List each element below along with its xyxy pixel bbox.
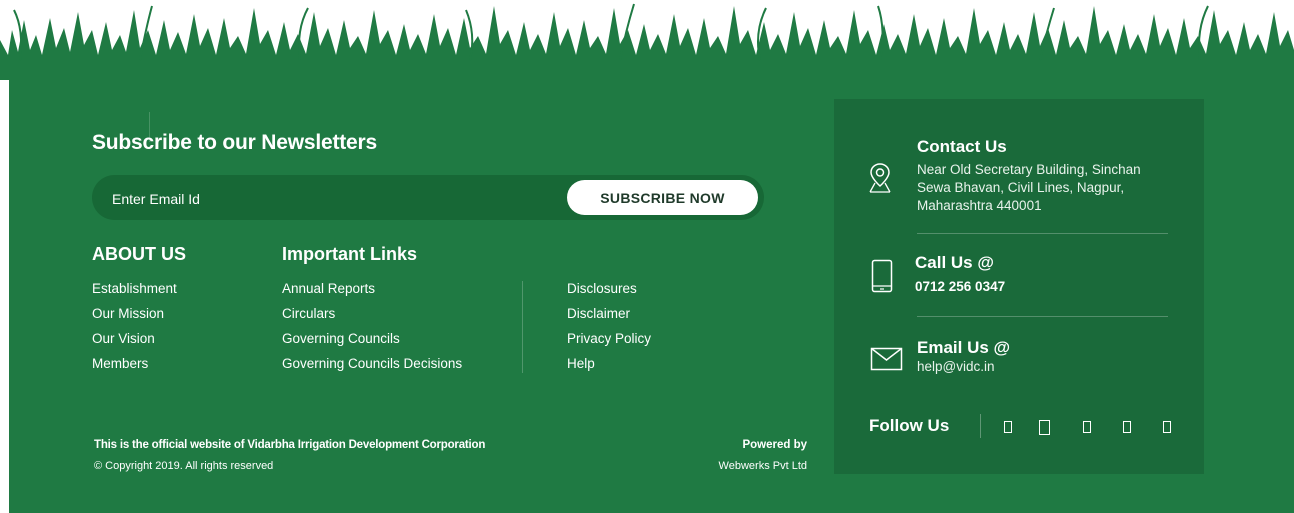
address-line: Near Old Secretary Building, Sinchan	[917, 162, 1141, 177]
link-disclaimer[interactable]: Disclaimer	[567, 305, 651, 330]
email-address[interactable]: help@vidc.in	[917, 358, 995, 376]
column-divider	[522, 281, 523, 373]
link-disclosures[interactable]: Disclosures	[567, 280, 651, 305]
instagram-icon[interactable]	[1083, 421, 1091, 433]
powered-label: Powered by	[742, 439, 807, 451]
link-help[interactable]: Help	[567, 355, 651, 380]
call-us-title: Call Us @	[915, 253, 994, 272]
link-establishment[interactable]: Establishment	[92, 280, 177, 305]
newsletter-title: Subscribe to our Newsletters	[92, 131, 377, 154]
link-our-mission[interactable]: Our Mission	[92, 305, 177, 330]
link-members[interactable]: Members	[92, 355, 177, 380]
important-links-col2: Disclosures Disclaimer Privacy Policy He…	[567, 280, 651, 380]
phone-icon	[871, 259, 893, 293]
address-line: Maharashtra 440001	[917, 198, 1042, 213]
email-us-title: Email Us @	[917, 338, 1011, 357]
copyright: © Copyright 2019. All rights reserved	[94, 460, 274, 472]
email-input[interactable]	[110, 175, 554, 222]
follow-us-label: Follow Us	[869, 416, 950, 435]
contact-address: Near Old Secretary Building, Sinchan Sew…	[917, 161, 1141, 215]
link-annual-reports[interactable]: Annual Reports	[282, 280, 462, 305]
facebook-icon[interactable]	[1004, 421, 1012, 433]
link-circulars[interactable]: Circulars	[282, 305, 462, 330]
contact-us-title: Contact Us	[917, 137, 1007, 156]
link-governing-councils[interactable]: Governing Councils	[282, 330, 462, 355]
important-links-heading: Important Links	[282, 244, 418, 264]
about-us-heading: ABOUT US	[92, 244, 186, 264]
envelope-icon	[870, 347, 903, 371]
newsletter-form: SUBSCRIBE NOW	[92, 175, 764, 222]
important-links-col1: Annual Reports Circulars Governing Counc…	[282, 280, 462, 380]
link-our-vision[interactable]: Our Vision	[92, 330, 177, 355]
link-privacy-policy[interactable]: Privacy Policy	[567, 330, 651, 355]
powered-by-link[interactable]: Webwerks Pvt Ltd	[719, 460, 807, 472]
youtube-icon[interactable]	[1163, 421, 1171, 433]
twitter-icon[interactable]	[1039, 420, 1050, 435]
address-line: Sewa Bhavan, Civil Lines, Nagpur,	[917, 180, 1125, 195]
linkedin-icon[interactable]	[1123, 421, 1131, 433]
grass-banner	[0, 3, 1294, 80]
location-pin-icon	[869, 163, 891, 193]
about-us-links: Establishment Our Mission Our Vision Mem…	[92, 280, 177, 380]
subscribe-button[interactable]: SUBSCRIBE NOW	[567, 180, 758, 215]
phone-number[interactable]: 0712 256 0347	[915, 279, 1005, 294]
contact-divider	[917, 233, 1168, 234]
link-governing-councils-decisions[interactable]: Governing Councils Decisions	[282, 355, 462, 380]
official-site-note: This is the official website of Vidarbha…	[94, 439, 486, 451]
follow-divider	[980, 414, 981, 438]
contact-divider	[917, 316, 1168, 317]
